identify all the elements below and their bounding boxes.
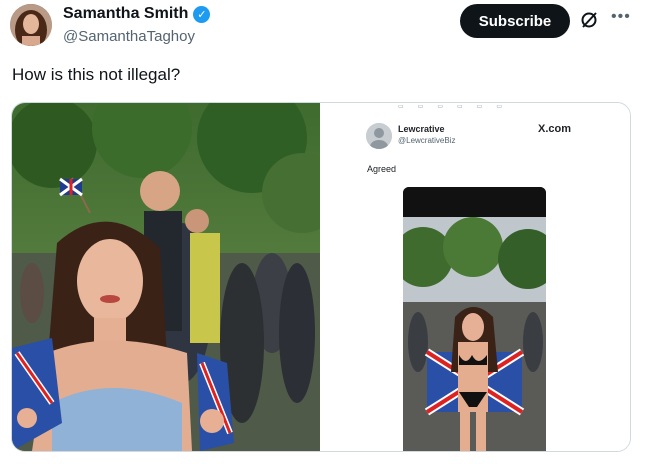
quoted-author-name: Lewcrative — [398, 124, 445, 134]
post-header: Samantha Smith ✓ @SamanthaTaghoy Subscri… — [0, 0, 650, 56]
verified-badge-icon: ✓ — [193, 5, 211, 23]
grok-icon[interactable] — [580, 11, 598, 29]
quoted-photo — [403, 187, 546, 451]
quoted-text: Agreed — [367, 164, 397, 174]
quoted-screenshot[interactable]: ▭▭▭▭▭▭ Lewcrative @LewcrativeBiz X.com A… — [322, 103, 630, 451]
quoted-watermark: X.com — [538, 123, 572, 135]
author-avatar[interactable] — [10, 4, 52, 46]
quoted-author-handle: @LewcrativeBiz — [398, 136, 456, 145]
post-media[interactable]: ▭▭▭▭▭▭ Lewcrative @LewcrativeBiz X.com A… — [11, 102, 631, 452]
quoted-avatar — [366, 123, 392, 149]
quoted-action-icons: ▭▭▭▭▭▭ — [398, 104, 517, 110]
author-handle[interactable]: @SamanthaTaghoy — [63, 28, 195, 45]
author-name-row: Samantha Smith ✓ — [63, 5, 211, 23]
photo-crowd-woman[interactable] — [12, 103, 320, 451]
author-name[interactable]: Samantha Smith — [63, 5, 188, 23]
more-options-icon[interactable]: ••• — [611, 8, 631, 26]
post-text: How is this not illegal? — [12, 65, 181, 84]
subscribe-button[interactable]: Subscribe — [460, 4, 570, 38]
